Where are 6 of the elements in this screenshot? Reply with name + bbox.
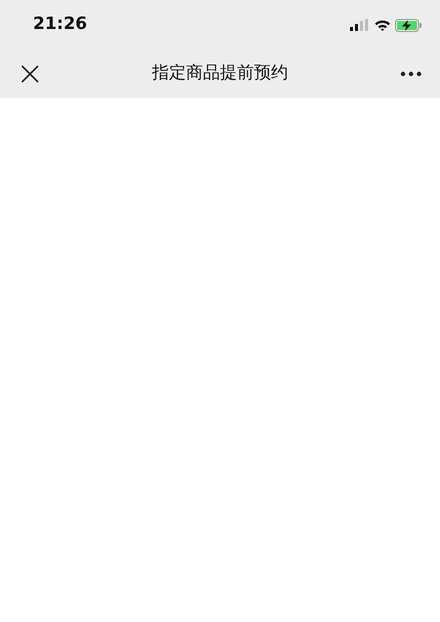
wifi-icon [374,19,391,31]
clock-time: 21:26 [33,13,88,36]
page-title: 指定商品提前预约 [152,62,288,86]
signal-icon [350,19,370,31]
close-button[interactable] [20,64,40,84]
more-button[interactable] [400,71,422,77]
